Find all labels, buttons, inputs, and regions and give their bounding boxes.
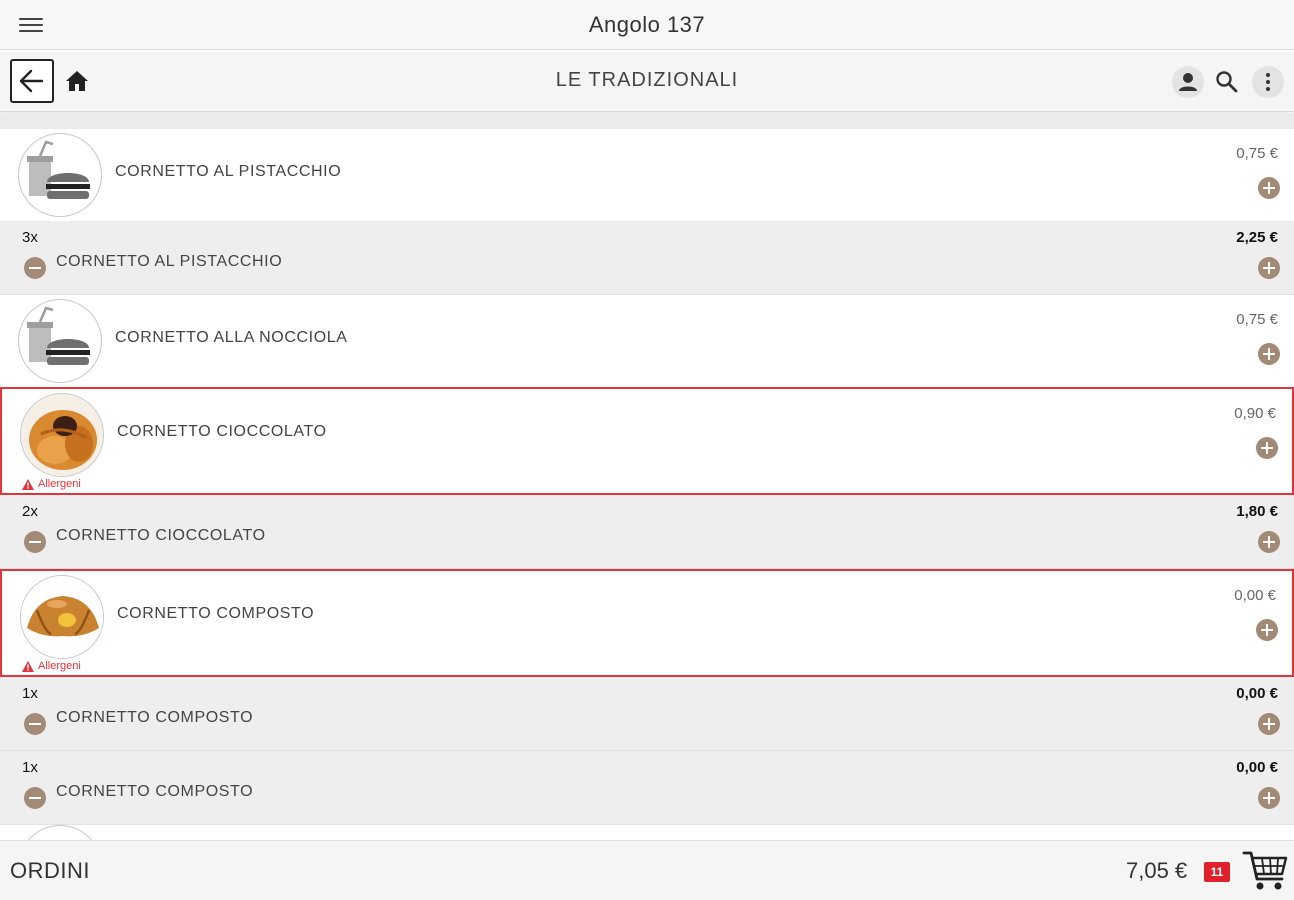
product-list: CORNETTO AL PISTACCHIO 0,75 € 3x CORNETT… xyxy=(0,129,1294,900)
product-item[interactable]: CORNETTO CIOCCOLATO 0,90 € Allergeni xyxy=(0,387,1294,495)
order-line-total: 2,25 € xyxy=(1236,229,1278,246)
order-item-name: CORNETTO COMPOSTO xyxy=(56,709,254,726)
order-quantity: 3x xyxy=(22,229,38,246)
order-quantity: 1x xyxy=(22,759,38,776)
product-name: CORNETTO COMPOSTO xyxy=(117,605,315,622)
remove-item-button[interactable] xyxy=(24,257,46,279)
order-footer: ORDINI 7,05 € 11 xyxy=(0,840,1294,900)
plus-icon xyxy=(1258,713,1280,735)
product-item[interactable]: CORNETTO COMPOSTO 0,00 € Allergeni xyxy=(0,569,1294,677)
plus-icon xyxy=(1258,257,1280,279)
more-vert-icon xyxy=(1266,73,1270,91)
remove-item-button[interactable] xyxy=(24,713,46,735)
order-item-name: CORNETTO COMPOSTO xyxy=(56,783,254,800)
product-item[interactable]: CORNETTO ALLA NOCCIOLA 0,75 € xyxy=(0,295,1294,387)
plus-icon xyxy=(1258,787,1280,809)
add-item-button[interactable] xyxy=(1256,437,1278,459)
product-name: CORNETTO ALLA NOCCIOLA xyxy=(115,329,348,346)
orders-button[interactable]: ORDINI xyxy=(10,858,90,884)
order-item-name: CORNETTO AL PISTACCHIO xyxy=(56,253,283,270)
add-item-button[interactable] xyxy=(1258,177,1280,199)
minus-icon xyxy=(24,257,46,279)
category-title: LE TRADIZIONALI xyxy=(555,69,739,91)
search-icon xyxy=(1216,71,1238,93)
order-quantity: 1x xyxy=(22,685,38,702)
allergen-label: Allergeni xyxy=(38,660,81,672)
plus-icon xyxy=(1258,343,1280,365)
croissant-chocolate-image xyxy=(21,394,103,476)
product-price: 0,00 € xyxy=(1234,587,1276,604)
order-item-name: CORNETTO CIOCCOLATO xyxy=(56,527,266,544)
plus-icon xyxy=(1258,531,1280,553)
add-item-button[interactable] xyxy=(1258,343,1280,365)
product-item[interactable]: CORNETTO AL PISTACCHIO 0,75 € xyxy=(0,129,1294,221)
product-name: CORNETTO AL PISTACCHIO xyxy=(115,163,342,180)
order-line-total: 0,00 € xyxy=(1236,685,1278,702)
croissant-image xyxy=(21,576,103,658)
search-button[interactable] xyxy=(1214,69,1240,95)
remove-item-button[interactable] xyxy=(24,531,46,553)
add-item-button[interactable] xyxy=(1258,713,1280,735)
cart-icon xyxy=(1242,851,1288,890)
product-placeholder-image xyxy=(18,299,102,383)
order-line: 3x CORNETTO AL PISTACCHIO 2,25 € xyxy=(0,221,1294,295)
warning-icon xyxy=(22,660,34,672)
product-image xyxy=(20,393,104,477)
user-button[interactable] xyxy=(1172,66,1204,98)
order-line: 2x CORNETTO CIOCCOLATO 1,80 € xyxy=(0,495,1294,569)
allergen-link[interactable]: Allergeni xyxy=(22,660,81,672)
app-title: Angolo 137 xyxy=(588,12,706,37)
add-item-button[interactable] xyxy=(1258,531,1280,553)
add-item-button[interactable] xyxy=(1256,619,1278,641)
order-line-total: 0,00 € xyxy=(1236,759,1278,776)
scroll-edge xyxy=(0,113,1294,129)
product-placeholder-image xyxy=(18,133,102,217)
minus-icon xyxy=(24,787,46,809)
order-line-total: 1,80 € xyxy=(1236,503,1278,520)
order-quantity: 2x xyxy=(22,503,38,520)
minus-icon xyxy=(24,531,46,553)
plus-icon xyxy=(1256,437,1278,459)
cart-button[interactable] xyxy=(1242,849,1288,893)
product-price: 0,75 € xyxy=(1236,311,1278,328)
fastfood-icon xyxy=(27,306,90,365)
user-icon xyxy=(1179,73,1197,91)
product-price: 0,90 € xyxy=(1234,405,1276,422)
category-bar: LE TRADIZIONALI xyxy=(0,52,1294,112)
more-button[interactable] xyxy=(1252,66,1284,98)
order-total: 7,05 € xyxy=(1126,858,1188,883)
add-item-button[interactable] xyxy=(1258,257,1280,279)
allergen-label: Allergeni xyxy=(38,478,81,490)
product-price: 0,75 € xyxy=(1236,145,1278,162)
allergen-link[interactable]: Allergeni xyxy=(22,478,81,490)
order-line: 1x CORNETTO COMPOSTO 0,00 € xyxy=(0,677,1294,751)
fastfood-icon xyxy=(27,140,90,199)
warning-icon xyxy=(22,478,34,490)
plus-icon xyxy=(1256,619,1278,641)
plus-icon xyxy=(1258,177,1280,199)
add-item-button[interactable] xyxy=(1258,787,1280,809)
minus-icon xyxy=(24,713,46,735)
product-name: CORNETTO CIOCCOLATO xyxy=(117,423,327,440)
app-header: Angolo 137 xyxy=(0,0,1294,50)
order-line: 1x CORNETTO COMPOSTO 0,00 € xyxy=(0,751,1294,825)
product-image xyxy=(20,575,104,659)
item-count-badge: 11 xyxy=(1204,862,1230,882)
remove-item-button[interactable] xyxy=(24,787,46,809)
